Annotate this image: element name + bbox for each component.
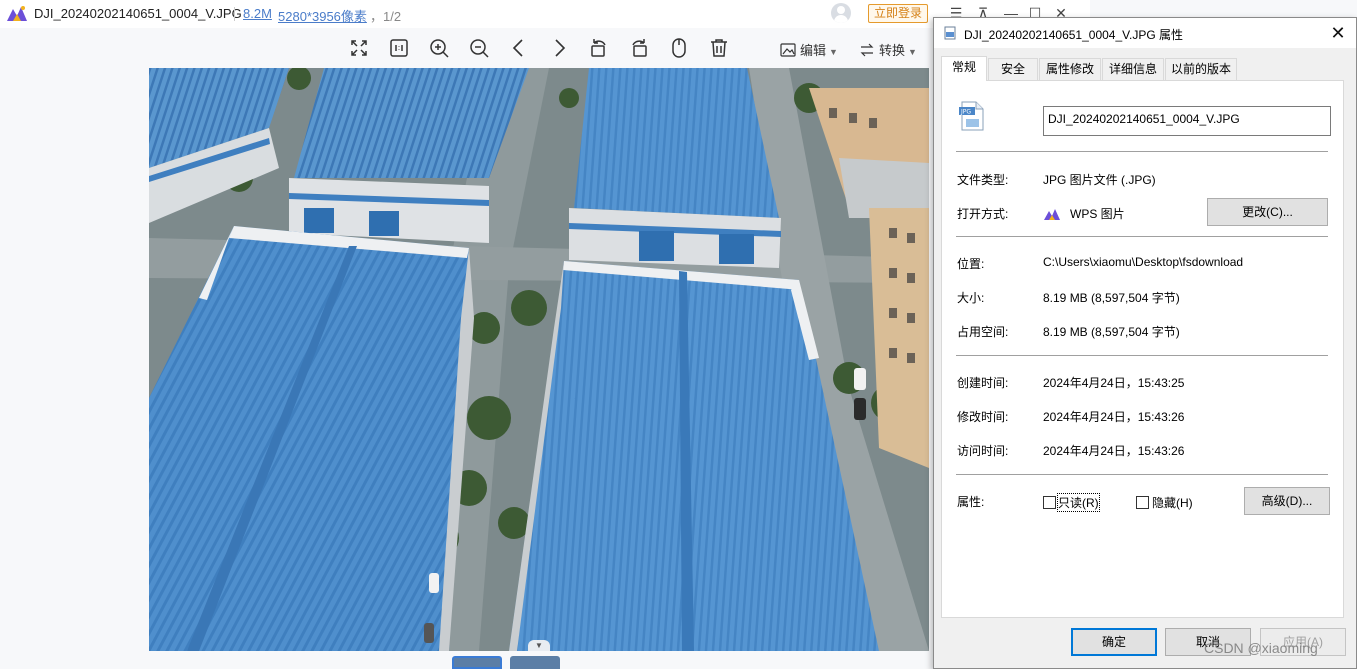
size-on-disk-value: 8.19 MB (8,597,504 字节) xyxy=(1043,325,1180,339)
readonly-checkbox[interactable] xyxy=(1043,496,1056,509)
collapse-thumbnails-icon[interactable]: ▼ xyxy=(528,640,550,651)
previous-icon[interactable] xyxy=(507,36,531,60)
dialog-titlebar: DJI_20240202140651_0004_V.JPG 属性 ✕ xyxy=(934,18,1356,48)
size-value: 8.19 MB (8,597,504 字节) xyxy=(1043,291,1180,305)
hidden-checkbox-label[interactable]: 隐藏(H) xyxy=(1152,494,1193,511)
open-with-value: WPS 图片 xyxy=(1070,207,1125,221)
avatar[interactable] xyxy=(831,3,851,23)
advanced-button[interactable]: 高级(D)... xyxy=(1244,487,1330,515)
modified-value: 2024年4月24日，15:43:26 xyxy=(1043,410,1185,424)
edit-menu[interactable]: 编辑 ▼ xyxy=(780,40,838,59)
tab-security[interactable]: 安全 xyxy=(988,58,1038,80)
chevron-down-icon: ▼ xyxy=(829,47,838,57)
accessed-value: 2024年4月24日，15:43:26 xyxy=(1043,444,1185,458)
title-divider xyxy=(234,7,235,21)
edit-icon xyxy=(780,43,796,57)
svg-text:JPG: JPG xyxy=(960,109,971,116)
change-program-button[interactable]: 更改(C)... xyxy=(1207,198,1328,226)
viewer-toolbar: 编辑 ▼ 转换 ▼ xyxy=(0,30,930,66)
rotate-right-icon[interactable] xyxy=(627,36,651,60)
thumbnail-1[interactable] xyxy=(452,656,502,669)
divider xyxy=(956,474,1328,475)
edit-menu-label: 编辑 xyxy=(800,43,827,58)
wps-image-logo-icon xyxy=(1044,209,1060,220)
csdn-watermark: CSDN @xiaoming xyxy=(1204,640,1318,656)
hidden-checkbox[interactable] xyxy=(1136,496,1149,509)
next-icon[interactable] xyxy=(547,36,571,60)
divider xyxy=(956,236,1328,237)
jpg-file-icon: JPG xyxy=(959,101,984,131)
zoom-out-icon[interactable] xyxy=(467,36,491,60)
actual-size-icon[interactable] xyxy=(387,36,411,60)
thumbnail-2[interactable] xyxy=(510,656,560,669)
divider xyxy=(956,355,1328,356)
delete-icon[interactable] xyxy=(707,36,731,60)
mouse-icon[interactable] xyxy=(667,36,691,60)
size-label: 大小: xyxy=(957,291,985,305)
location-label: 位置: xyxy=(957,257,985,271)
thumbnail-strip xyxy=(452,656,562,669)
modified-label: 修改时间: xyxy=(957,410,1009,424)
chevron-down-icon: ▼ xyxy=(908,47,917,57)
filename-field[interactable]: DJI_20240202140651_0004_V.JPG xyxy=(1043,106,1331,136)
image-dimensions-link[interactable]: 5280*3956像素 xyxy=(278,6,367,25)
image-file-icon xyxy=(944,26,956,40)
size-on-disk-label: 占用空间: xyxy=(957,325,1009,339)
wps-image-logo-icon xyxy=(7,6,27,21)
rotate-left-icon[interactable] xyxy=(587,36,611,60)
created-value: 2024年4月24日，15:43:25 xyxy=(1043,376,1185,390)
divider xyxy=(956,151,1328,152)
convert-menu-label: 转换 xyxy=(879,43,906,58)
open-with-label: 打开方式: xyxy=(957,207,1009,221)
created-label: 创建时间: xyxy=(957,376,1009,390)
photo-canvas[interactable] xyxy=(149,68,929,651)
zoom-in-icon[interactable] xyxy=(427,36,451,60)
convert-menu[interactable]: 转换 ▼ xyxy=(859,40,917,59)
accessed-label: 访问时间: xyxy=(957,444,1009,458)
properties-dialog: DJI_20240202140651_0004_V.JPG 属性 ✕ 常规 安全… xyxy=(933,17,1357,669)
fullscreen-icon[interactable] xyxy=(347,36,371,60)
tab-previous-versions[interactable]: 以前的版本 xyxy=(1165,58,1237,80)
login-button[interactable]: 立即登录 xyxy=(868,4,928,23)
tab-attribute-modify[interactable]: 属性修改 xyxy=(1039,58,1101,80)
file-size-link[interactable]: 8.2M xyxy=(243,6,272,21)
file-type-label: 文件类型: xyxy=(957,173,1009,187)
viewer-filename: DJI_20240202140651_0004_V.JPG xyxy=(34,6,242,21)
readonly-checkbox-label[interactable]: 只读(R) xyxy=(1057,493,1100,512)
page-indicator: ，1/2 xyxy=(370,9,402,24)
aerial-factory-photo xyxy=(149,68,929,651)
tab-general[interactable]: 常规 xyxy=(941,56,987,81)
convert-icon xyxy=(860,43,874,57)
file-type-value: JPG 图片文件 (.JPG) xyxy=(1043,173,1156,187)
viewer-titlebar: DJI_20240202140651_0004_V.JPG 8.2M 5280*… xyxy=(0,0,1090,28)
general-panel: JPG DJI_20240202140651_0004_V.JPG 文件类型: … xyxy=(941,80,1344,618)
attributes-label: 属性: xyxy=(957,495,985,509)
location-value: C:\Users\xiaomu\Desktop\fsdownload xyxy=(1043,255,1244,269)
dialog-title: DJI_20240202140651_0004_V.JPG 属性 xyxy=(964,28,1184,42)
close-icon[interactable]: ✕ xyxy=(1326,21,1350,45)
ok-button[interactable]: 确定 xyxy=(1071,628,1157,656)
tab-details[interactable]: 详细信息 xyxy=(1102,58,1164,80)
